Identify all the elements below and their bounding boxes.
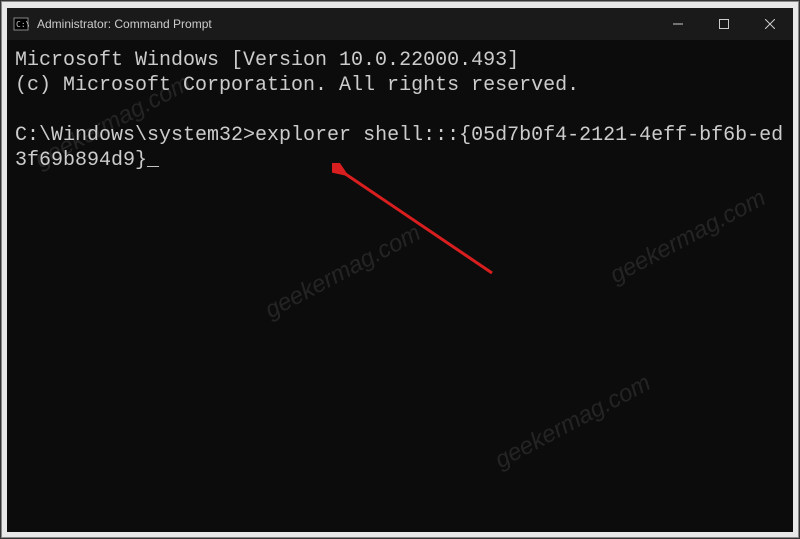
copyright-line: (c) Microsoft Corporation. All rights re… (15, 74, 579, 97)
titlebar[interactable]: C:\ Administrator: Command Prompt (7, 8, 793, 40)
watermark: geekermag.com (605, 184, 770, 290)
minimize-button[interactable] (655, 8, 701, 40)
version-line: Microsoft Windows [Version 10.0.22000.49… (15, 49, 519, 72)
terminal-body[interactable]: Microsoft Windows [Version 10.0.22000.49… (7, 40, 793, 181)
terminal-window: C:\ Administrator: Command Prompt Micros… (7, 8, 793, 532)
prompt-path: C:\Windows\system32> (15, 124, 255, 147)
close-button[interactable] (747, 8, 793, 40)
cursor: _ (147, 149, 159, 172)
window-title: Administrator: Command Prompt (37, 17, 655, 31)
outer-frame: C:\ Administrator: Command Prompt Micros… (1, 1, 799, 538)
watermark: geekermag.com (260, 219, 425, 325)
annotation-arrow (332, 163, 502, 283)
svg-text:C:\: C:\ (16, 20, 29, 29)
maximize-button[interactable] (701, 8, 747, 40)
watermark: geekermag.com (490, 369, 655, 475)
window-controls (655, 8, 793, 40)
cmd-icon: C:\ (13, 16, 29, 32)
